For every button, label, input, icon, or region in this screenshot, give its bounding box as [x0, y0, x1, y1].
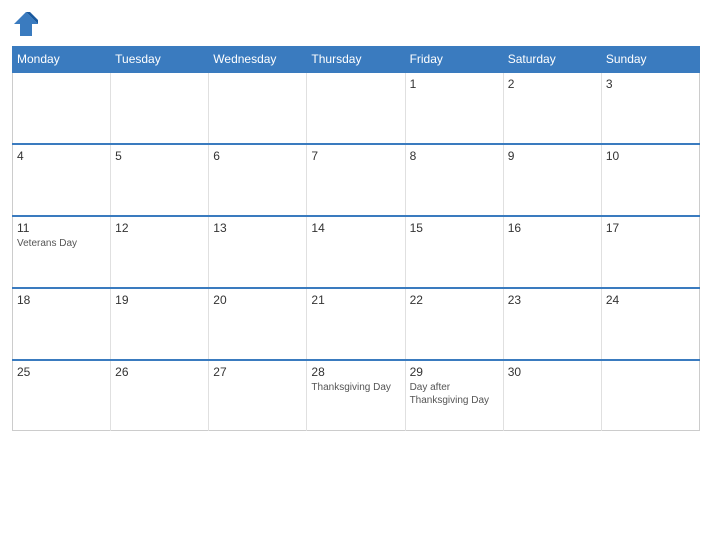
calendar-table: MondayTuesdayWednesdayThursdayFridaySatu… — [12, 46, 700, 431]
calendar-header-row: MondayTuesdayWednesdayThursdayFridaySatu… — [13, 47, 700, 73]
calendar-cell: 23 — [503, 288, 601, 360]
calendar-cell: 6 — [209, 144, 307, 216]
event-label: Day after — [410, 381, 499, 394]
calendar-cell: 21 — [307, 288, 405, 360]
day-number: 26 — [115, 365, 204, 379]
day-number: 28 — [311, 365, 400, 379]
col-header-wednesday: Wednesday — [209, 47, 307, 73]
calendar-cell — [307, 72, 405, 144]
day-number: 13 — [213, 221, 302, 235]
day-number: 21 — [311, 293, 400, 307]
calendar-cell: 8 — [405, 144, 503, 216]
col-header-monday: Monday — [13, 47, 111, 73]
day-number: 24 — [606, 293, 695, 307]
day-number: 9 — [508, 149, 597, 163]
calendar-cell: 12 — [111, 216, 209, 288]
day-number: 15 — [410, 221, 499, 235]
calendar-cell: 2 — [503, 72, 601, 144]
logo — [12, 10, 44, 38]
day-number: 5 — [115, 149, 204, 163]
calendar-cell — [111, 72, 209, 144]
calendar-cell: 15 — [405, 216, 503, 288]
day-number: 16 — [508, 221, 597, 235]
calendar-cell — [601, 360, 699, 430]
calendar-cell: 11 Veterans Day — [13, 216, 111, 288]
day-number: 14 — [311, 221, 400, 235]
calendar-week-4: 18 19 20 21 22 23 24 — [13, 288, 700, 360]
day-number: 27 — [213, 365, 302, 379]
calendar-page: MondayTuesdayWednesdayThursdayFridaySatu… — [0, 0, 712, 550]
calendar-cell: 7 — [307, 144, 405, 216]
calendar-cell: 3 — [601, 72, 699, 144]
col-header-friday: Friday — [405, 47, 503, 73]
event-label: Thanksgiving Day — [311, 381, 400, 394]
calendar-week-2: 456789 10 — [13, 144, 700, 216]
calendar-cell — [13, 72, 111, 144]
day-number: 25 — [17, 365, 106, 379]
calendar-cell: 17 — [601, 216, 699, 288]
calendar-cell: 30 — [503, 360, 601, 430]
calendar-cell: 28 Thanksgiving Day — [307, 360, 405, 430]
day-number: 19 — [115, 293, 204, 307]
day-number: 4 — [17, 149, 106, 163]
day-number: 20 — [213, 293, 302, 307]
col-header-thursday: Thursday — [307, 47, 405, 73]
day-number: 2 — [508, 77, 597, 91]
calendar-cell: 22 — [405, 288, 503, 360]
calendar-cell: 4 — [13, 144, 111, 216]
day-number: 12 — [115, 221, 204, 235]
calendar-week-3: 11 Veterans Day 12 13 14 15 16 17 — [13, 216, 700, 288]
day-number: 22 — [410, 293, 499, 307]
event-label: Veterans Day — [17, 237, 106, 250]
calendar-cell: 10 — [601, 144, 699, 216]
day-number: 23 — [508, 293, 597, 307]
calendar-cell: 26 — [111, 360, 209, 430]
col-header-sunday: Sunday — [601, 47, 699, 73]
calendar-cell — [209, 72, 307, 144]
day-number: 3 — [606, 77, 695, 91]
calendar-cell: 13 — [209, 216, 307, 288]
day-number: 17 — [606, 221, 695, 235]
calendar-cell: 1 — [405, 72, 503, 144]
day-number: 18 — [17, 293, 106, 307]
header — [12, 10, 700, 38]
day-number: 29 — [410, 365, 499, 379]
calendar-cell: 20 — [209, 288, 307, 360]
day-number: 10 — [606, 149, 695, 163]
day-number: 6 — [213, 149, 302, 163]
calendar-week-5: 25262728Thanksgiving Day29Day afterThank… — [13, 360, 700, 430]
day-number: 11 — [17, 221, 106, 235]
logo-icon — [12, 10, 40, 38]
calendar-cell: 29 Day afterThanksgiving Day — [405, 360, 503, 430]
calendar-cell: 5 — [111, 144, 209, 216]
day-number: 7 — [311, 149, 400, 163]
day-number: 8 — [410, 149, 499, 163]
calendar-cell: 19 — [111, 288, 209, 360]
calendar-cell: 16 — [503, 216, 601, 288]
calendar-week-1: 123 — [13, 72, 700, 144]
calendar-cell: 25 — [13, 360, 111, 430]
day-number: 30 — [508, 365, 597, 379]
col-header-tuesday: Tuesday — [111, 47, 209, 73]
calendar-cell: 9 — [503, 144, 601, 216]
day-number: 1 — [410, 77, 499, 91]
event-label: Thanksgiving Day — [410, 394, 499, 407]
calendar-cell: 24 — [601, 288, 699, 360]
calendar-cell: 27 — [209, 360, 307, 430]
col-header-saturday: Saturday — [503, 47, 601, 73]
calendar-cell: 18 — [13, 288, 111, 360]
calendar-cell: 14 — [307, 216, 405, 288]
